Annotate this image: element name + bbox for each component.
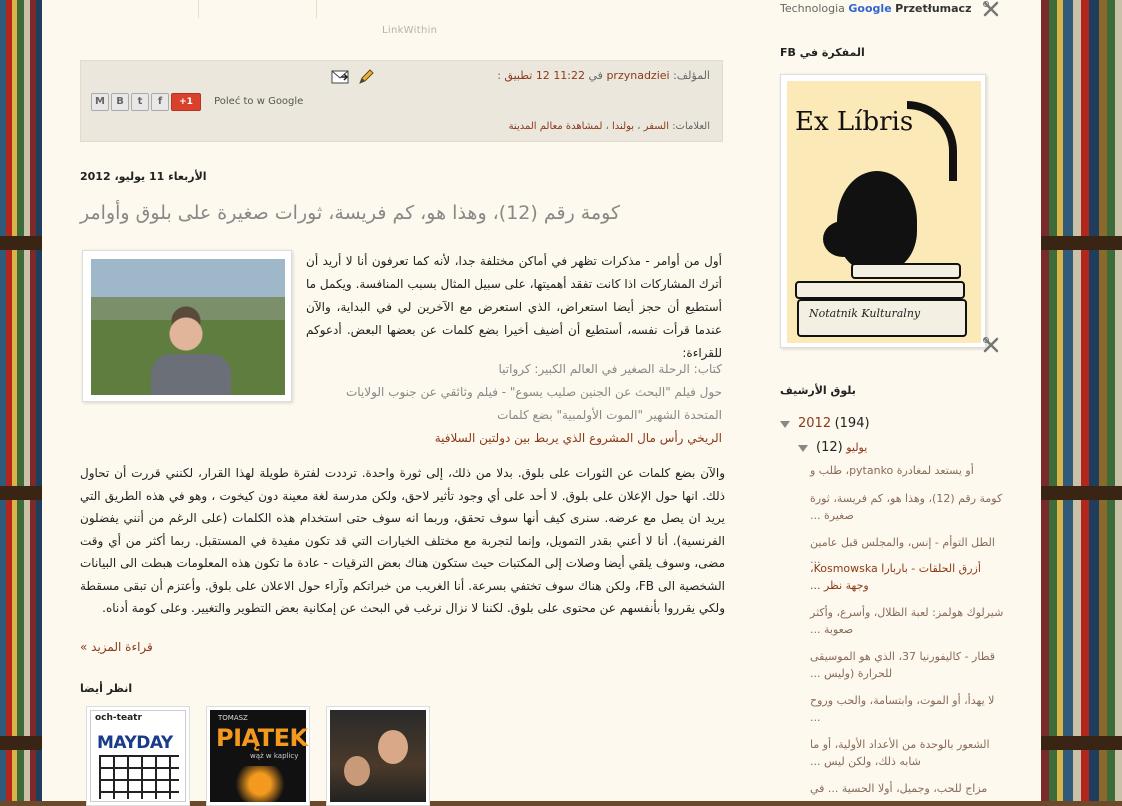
- archive-year-row[interactable]: 2012 (194): [780, 416, 870, 431]
- bookshelf-background-left: [0, 0, 42, 801]
- archive-widget-title: بلوق الأرشيف: [780, 384, 856, 397]
- photo-man-by-lake: [91, 259, 285, 395]
- tab-divider: [316, 0, 317, 18]
- cat-head: [823, 221, 863, 257]
- post-title[interactable]: كومة رقم (12)، وهذا هو، كم فريسة، ثورات …: [80, 202, 720, 224]
- post-link-item[interactable]: الريخي رأس مال المشروع الذي يربط بين دول…: [306, 427, 722, 450]
- book-stack: [851, 263, 961, 279]
- archive-entry-current[interactable]: أزرق الحلقات - باربارا Kosmowska، وجهة ن…: [810, 560, 1005, 594]
- blog-page: LinkWithin المؤلف: przynadziei في 11:22 …: [42, 0, 1041, 806]
- at-label: في: [588, 69, 603, 82]
- bookshelf-background-right: [1041, 0, 1122, 801]
- share-google-text: Poleć to w Google: [214, 96, 304, 107]
- google-plus-one-button[interactable]: +1: [171, 93, 201, 111]
- exlibris-title: Ex Líbris: [795, 107, 914, 137]
- cover-glow: [230, 766, 290, 802]
- expand-triangle-icon[interactable]: [798, 444, 808, 452]
- film-poster: [330, 710, 426, 802]
- archive-year-count: (194): [834, 416, 870, 431]
- post-time-link[interactable]: 11:22: [553, 69, 585, 82]
- read-more-link[interactable]: قراءة المزيد »: [80, 640, 153, 654]
- email-post-icon[interactable]: [331, 70, 349, 84]
- archive-entry[interactable]: مزاج للحب، وجميل، أولا الحسية ... في: [810, 780, 1005, 797]
- edit-pencil-icon[interactable]: [357, 69, 375, 85]
- piatek-book-cover: TOMASZ PIĄTEK wąż w kaplicy: [210, 710, 308, 802]
- cover-title: PIĄTEK: [216, 724, 308, 752]
- translate-prefix: Technologia: [780, 2, 845, 15]
- book-stack: [795, 281, 965, 299]
- author-link[interactable]: przynadziei: [606, 69, 669, 82]
- google-translate-widget[interactable]: Technologia Google Przetłumacz: [780, 2, 972, 15]
- related-post-thumb[interactable]: och-teatr MAYDAY: [86, 706, 190, 806]
- share-facebook-button[interactable]: f: [151, 93, 169, 111]
- exlibris-badge[interactable]: Ex Líbris Notatnik Kulturalny: [780, 74, 986, 348]
- labels-label: العلامات:: [672, 121, 710, 132]
- google-logo-text: Google: [848, 2, 892, 15]
- post-link-item[interactable]: حول فيلم "البحث عن الجنين صليب يسوع" - ف…: [306, 381, 722, 427]
- fb-widget-title: المفكرة في FB: [780, 46, 865, 59]
- cover-author: TOMASZ: [218, 714, 248, 722]
- share-email-button[interactable]: M: [91, 93, 109, 111]
- see-also-heading: انظر أيضا: [80, 682, 133, 695]
- share-blogger-button[interactable]: B: [111, 93, 129, 111]
- exlibris-cat-image: Ex Líbris Notatnik Kulturalny: [787, 81, 981, 343]
- archive-year[interactable]: 2012: [798, 416, 831, 431]
- share-buttons: M Bt f +1 Poleć to w Google: [91, 93, 303, 111]
- archive-entry[interactable]: شيرلوك هولمز: لعبة الظلال، وأسرع، وأكثر …: [810, 604, 1005, 638]
- translate-label: Przetłumacz: [895, 2, 972, 15]
- mayday-poster: och-teatr MAYDAY: [90, 710, 186, 802]
- post-date-header: الأربعاء 11 يوليو، 2012: [80, 170, 207, 183]
- archive-entry[interactable]: كومة رقم (12)، وهذا هو، كم فريسة، ثورة ص…: [810, 490, 1005, 524]
- archive-month-count: (12): [816, 440, 843, 455]
- post-date-link[interactable]: 12 تطبيق: [504, 69, 549, 82]
- archive-month[interactable]: يوليو: [846, 441, 867, 454]
- post-link-list: كتاب: الرحلة الصغير في العالم الكبير: كر…: [306, 358, 722, 450]
- widget-edit-tools-icon[interactable]: [982, 0, 1000, 18]
- expand-triangle-icon[interactable]: [780, 420, 790, 428]
- label-link-poland[interactable]: بولندا: [612, 121, 634, 132]
- poster-face: [344, 756, 370, 786]
- post-link-item[interactable]: كتاب: الرحلة الصغير في العالم الكبير: كر…: [306, 358, 723, 381]
- author-label: المؤلف:: [673, 69, 710, 82]
- cover-subtitle: wąż w kaplicy: [250, 752, 299, 760]
- archive-entry[interactable]: الشعور بالوحدة من الأعداد الأولية، أو ما…: [810, 736, 1005, 770]
- cat-tail: [907, 101, 957, 181]
- widget-edit-tools-icon[interactable]: [982, 336, 1000, 354]
- label-link-travel[interactable]: السفر: [644, 121, 669, 132]
- poster-title: MAYDAY: [97, 733, 173, 753]
- poster-top-text: och-teatr: [95, 713, 142, 723]
- meta-separator: :: [497, 69, 501, 82]
- tab-divider: [198, 0, 199, 18]
- label-link-sightseeing[interactable]: لمشاهدة معالم المدينة: [509, 121, 603, 132]
- related-post-thumb[interactable]: [326, 706, 430, 806]
- archive-month-row[interactable]: يوليو (12): [798, 440, 867, 455]
- share-twitter-button[interactable]: t: [131, 93, 149, 111]
- exlibris-subtitle: Notatnik Kulturalny: [809, 307, 921, 320]
- linkwithin-label[interactable]: LinkWithin: [382, 25, 437, 36]
- post-photo[interactable]: [82, 250, 292, 402]
- post-footer: المؤلف: przynadziei في 11:22 12 تطبيق : …: [80, 60, 723, 142]
- post-body: والآن بضع كلمات عن الثورات على بلوق. بدل…: [80, 466, 725, 615]
- related-post-thumb[interactable]: TOMASZ PIĄTEK wąż w kaplicy: [206, 706, 310, 806]
- post-labels: العلامات: السفر ، بولندا ، لمشاهدة معالم…: [508, 121, 710, 132]
- archive-entry[interactable]: قطار - كاليفورنيا 37، الذي هو الموسيقى ل…: [810, 648, 1005, 682]
- post-meta: المؤلف: przynadziei في 11:22 12 تطبيق :: [497, 69, 710, 82]
- poster-grid: [99, 755, 179, 799]
- archive-entry[interactable]: أو يستعد لمغادرة pytanko، طلب و: [810, 462, 1005, 479]
- top-tab-strip: [198, 0, 438, 18]
- archive-entry[interactable]: لا يهدأ، أو الموت، وابتسامة، والحب وروح …: [810, 692, 1005, 726]
- post-intro: أول من أوامر - مذكرات تظهر في أماكن مختل…: [306, 254, 722, 360]
- poster-face: [378, 730, 408, 764]
